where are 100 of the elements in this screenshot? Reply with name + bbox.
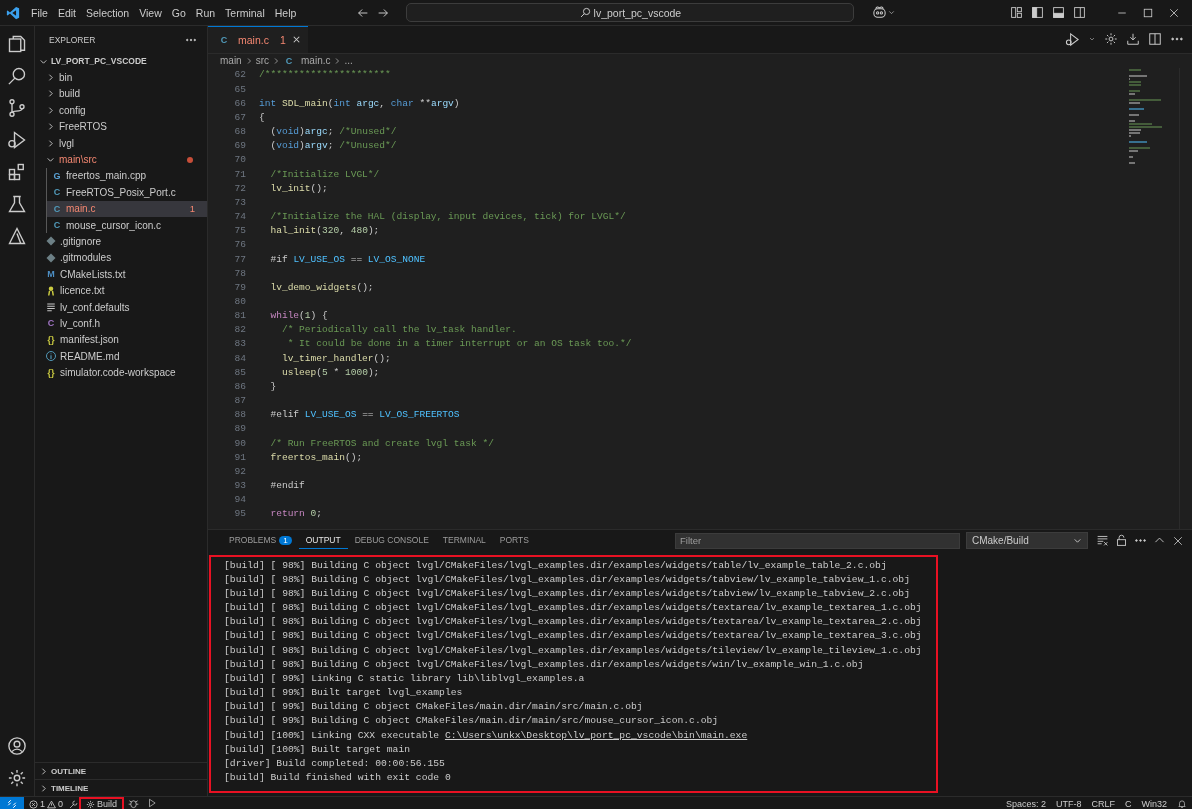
menu-item[interactable]: Go	[166, 4, 191, 21]
breadcrumb-item[interactable]: ...	[344, 55, 353, 67]
editor-tab[interactable]: C main.c 1	[208, 26, 308, 53]
breadcrumb-item[interactable]: src	[255, 55, 270, 67]
split-layout-icon[interactable]	[1073, 6, 1086, 19]
status-item[interactable]: UTF-8	[1050, 797, 1087, 809]
close-icon[interactable]	[1168, 6, 1180, 19]
folder-item[interactable]: config	[35, 102, 207, 119]
settings-icon[interactable]	[7, 768, 27, 788]
extensions-icon[interactable]	[7, 162, 27, 182]
menu-item[interactable]: Selection	[81, 4, 135, 21]
search-icon[interactable]	[7, 66, 27, 86]
lock-icon[interactable]	[1115, 534, 1128, 548]
entry-name: main.c	[66, 203, 96, 215]
tools-icon[interactable]	[68, 798, 80, 809]
output-line: [build] [ 98%] Building C object lvgl/CMakeFiles/lvgl_examples.dir/examples/widgets/table/lv_example_table_2.c.obj	[224, 558, 888, 573]
play-icon[interactable]	[147, 798, 158, 808]
source-control-icon[interactable]	[7, 98, 27, 118]
explorer-entry[interactable]: {} simulator.code-workspace	[35, 364, 207, 381]
account-icon[interactable]	[7, 736, 27, 756]
explorer-entry[interactable]: README.md	[35, 348, 207, 365]
panel-tab[interactable]: PORTS	[492, 532, 536, 550]
folder-item[interactable]: build	[35, 85, 207, 103]
clear-output-icon[interactable]	[1096, 534, 1109, 548]
folder-item[interactable]: main\src	[35, 151, 207, 168]
copilot-icon[interactable]	[872, 5, 888, 20]
workspace-root[interactable]: LV_PORT_PC_VSCODE	[35, 53, 207, 70]
menu-item[interactable]: Help	[269, 4, 302, 21]
explorer-entry[interactable]: G freertos_main.cpp	[47, 167, 207, 185]
explorer-entry[interactable]: C main.c 1	[47, 200, 207, 217]
files-icon[interactable]	[7, 34, 27, 54]
menu-item[interactable]: Edit	[52, 4, 81, 21]
flask-icon[interactable]	[7, 194, 27, 214]
line-number: 71	[233, 168, 247, 180]
split-editor-icon[interactable]	[1148, 32, 1162, 47]
panel-tab[interactable]: DEBUG CONSOLE	[347, 532, 436, 550]
explorer-entry[interactable]: .gitignore	[35, 233, 207, 250]
run-debug-icon[interactable]	[1065, 31, 1080, 47]
sidebar-toggle-icon[interactable]	[1031, 6, 1044, 19]
code-line: lv_timer_handler();	[280, 352, 391, 364]
code-line: /**********************	[259, 69, 391, 81]
file-type-icon: C	[51, 203, 63, 214]
explorer-entry[interactable]: C lv_conf.h	[35, 315, 207, 332]
breadcrumb-item[interactable]: main.c	[301, 55, 331, 67]
sidebar-section[interactable]: OUTLINE	[35, 762, 207, 779]
status-item[interactable]: Win32	[1136, 797, 1172, 809]
output-line: [build] [ 99%] Built target lvgl_examples	[224, 686, 464, 701]
caret-down-icon[interactable]	[887, 8, 897, 17]
menu-item[interactable]: File	[26, 4, 53, 21]
line-number: 77	[233, 253, 247, 265]
explorer-entry[interactable]: C FreeRTOS_Posix_Port.c	[47, 184, 207, 201]
chevron-right-icon	[333, 56, 342, 65]
close-icon[interactable]	[1172, 534, 1184, 547]
maximize-icon[interactable]	[1142, 6, 1154, 19]
run-debug-icon[interactable]	[7, 130, 27, 150]
output-line: [build] [ 98%] Building C object lvgl/CMakeFiles/lvgl_examples.dir/examples/widgets/textarea/lv_example_textarea_2.c.obj	[224, 615, 923, 630]
menu-item[interactable]: Run	[190, 4, 221, 21]
bug-icon[interactable]	[128, 797, 140, 809]
explorer-entry[interactable]: .gitmodules	[35, 249, 207, 267]
file-type-icon: C	[283, 55, 296, 66]
problems-status[interactable]: 1 0	[24, 797, 69, 809]
chevron-down-icon[interactable]	[45, 155, 55, 165]
panel-tab[interactable]: TERMINAL	[435, 532, 493, 550]
bell-icon[interactable]	[1177, 799, 1187, 809]
line-number: 83	[233, 338, 247, 350]
explorer-entry[interactable]: M CMakeLists.txt	[35, 266, 207, 283]
filter-field[interactable]: Filter	[675, 532, 960, 549]
status-item[interactable]: Spaces: 2	[1000, 797, 1051, 809]
file-path-link[interactable]: C:\Users\unkx\Desktop\lv_port_pc_vscode\bin\main.exe	[444, 729, 748, 741]
output-channel-dropdown[interactable]: CMake/Build	[966, 532, 1088, 550]
file-type-icon: G	[51, 170, 63, 181]
menu-item[interactable]: View	[134, 4, 167, 21]
status-item[interactable]: C	[1120, 797, 1137, 809]
folder-item[interactable]: FreeRTOS	[35, 118, 207, 135]
build-button[interactable]: Build	[79, 797, 125, 809]
settings-icon	[86, 799, 96, 809]
settings-icon[interactable]	[1104, 32, 1118, 47]
explorer-entry[interactable]: C mouse_cursor_icon.c	[47, 216, 207, 234]
triangle-tool-icon[interactable]	[7, 226, 27, 246]
download-tray-icon[interactable]	[1126, 32, 1140, 47]
panel-tab[interactable]: OUTPUT	[298, 532, 348, 550]
status-item[interactable]: CRLF	[1086, 797, 1120, 809]
panel-tab[interactable]: PROBLEMS 1	[222, 532, 299, 550]
code-line: #if LV_USE_OS == LV_OS_NONE	[269, 253, 426, 265]
explorer-entry[interactable]: licence.txt	[35, 282, 207, 299]
explorer-entry[interactable]: {} manifest.json	[35, 331, 207, 349]
code-line: /*Initialize LVGL*/	[269, 168, 380, 180]
line-number: 76	[233, 239, 247, 251]
menu-item[interactable]: Terminal	[220, 4, 270, 21]
line-number: 66	[233, 97, 247, 109]
output-line: [build] [ 99%] Linking C static library lib\liblvgl_examples.a	[224, 671, 586, 686]
output-line: [build] [ 98%] Building C object lvgl/CMakeFiles/lvgl_examples.dir/examples/widgets/tabview/lv_example_tabview_1.c.obj	[224, 572, 911, 587]
folder-item[interactable]: bin	[35, 69, 207, 86]
breadcrumb-item[interactable]: main	[220, 55, 242, 67]
panel-toggle-icon[interactable]	[1052, 6, 1065, 19]
layout-icon[interactable]	[1010, 6, 1023, 19]
folder-item[interactable]: lvgl	[35, 134, 207, 152]
explorer-entry[interactable]: lv_conf.defaults	[35, 298, 207, 316]
output-line: [build] [100%] Built target main	[224, 742, 412, 757]
command-center[interactable]: lv_port_pc_vscode	[406, 3, 855, 22]
